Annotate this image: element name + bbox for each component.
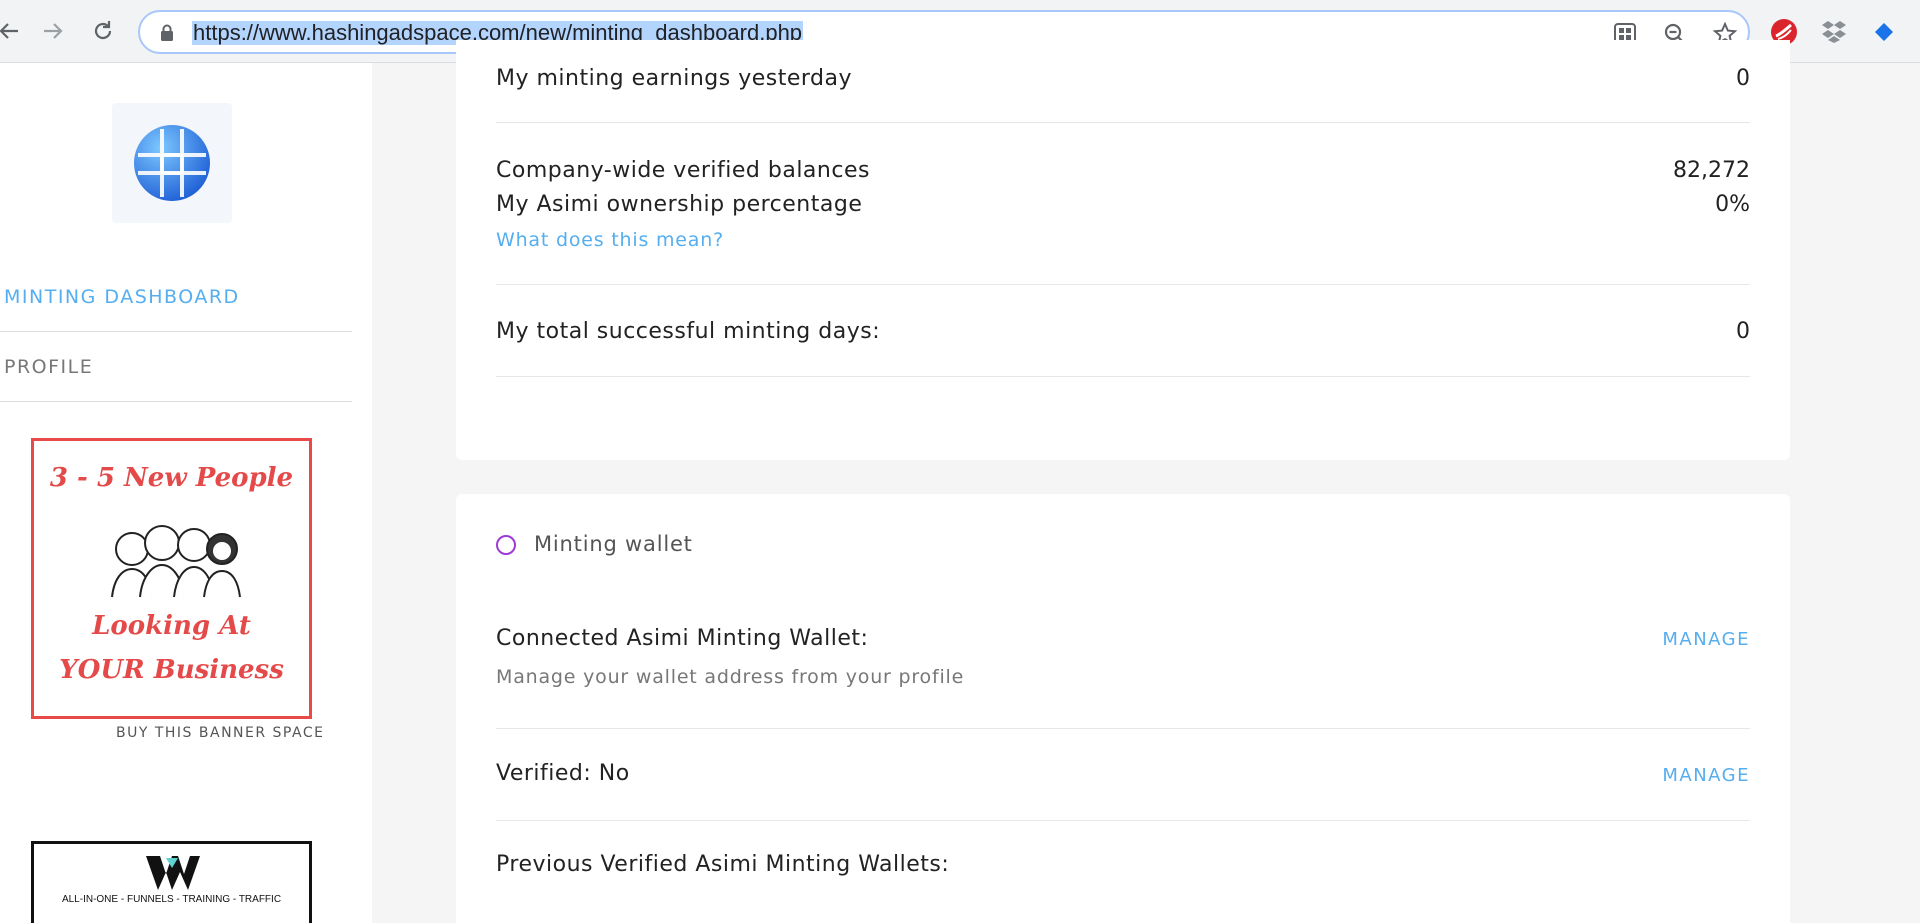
divider <box>496 820 1750 821</box>
divider <box>496 728 1750 729</box>
verified-label: Verified: No <box>496 761 630 786</box>
divider <box>496 284 1750 285</box>
ownership-value: 0% <box>1715 192 1750 217</box>
minting-stats-card: My minting earnings yesterday 0 Company-… <box>456 40 1790 460</box>
people-illustration <box>104 519 244 603</box>
banner-tagline: ALL-IN-ONE - FUNNELS - TRAINING - TRAFFI… <box>61 894 282 905</box>
what-does-this-mean-link[interactable]: What does this mean? <box>496 229 724 251</box>
total-days-value: 0 <box>1736 319 1750 344</box>
back-arrow-icon[interactable] <box>0 14 26 48</box>
divider <box>496 122 1750 123</box>
company-balances-value: 82,272 <box>1673 158 1750 183</box>
total-days-label: My total successful minting days: <box>496 319 881 344</box>
company-balances-label: Company-wide verified balances <box>496 158 870 183</box>
earnings-label: My minting earnings yesterday <box>496 66 853 91</box>
ownership-label: My Asimi ownership percentage <box>496 192 863 217</box>
dropbox-icon[interactable] <box>1820 18 1848 46</box>
connected-wallet-subtext: Manage your wallet address from your pro… <box>496 666 965 688</box>
section-title: Minting wallet <box>534 532 693 556</box>
manage-wallet-button[interactable]: MANAGE <box>1662 629 1750 650</box>
minting-wallet-card: Minting wallet Connected Asimi Minting W… <box>456 494 1790 923</box>
manage-verification-button[interactable]: MANAGE <box>1662 765 1750 786</box>
lock-icon <box>160 24 174 41</box>
connected-wallet-label: Connected Asimi Minting Wallet: <box>496 626 869 651</box>
banner-line-3: YOUR Business <box>59 655 284 685</box>
previous-wallets-label: Previous Verified Asimi Minting Wallets: <box>496 852 950 877</box>
ad-banner-new-people[interactable]: 3 - 5 New People Looking At YOUR Busines… <box>31 438 312 719</box>
reload-icon[interactable] <box>86 14 120 48</box>
sidebar: MINTING DASHBOARD PROFILE 3 - 5 New Peop… <box>0 63 372 923</box>
extension-blue-diamond-icon[interactable] <box>1870 18 1898 46</box>
forward-arrow-icon[interactable] <box>36 14 70 48</box>
buy-banner-link[interactable]: BUY THIS BANNER SPACE <box>116 725 324 741</box>
banner-line-2: Looking At <box>92 611 251 641</box>
circle-icon <box>496 535 516 555</box>
menu-item-minting-dashboard[interactable]: MINTING DASHBOARD <box>0 262 352 332</box>
banner-logo-icon <box>144 854 200 896</box>
ad-banner-funnels[interactable]: ALL-IN-ONE - FUNNELS - TRAINING - TRAFFI… <box>31 841 312 923</box>
banner-line-1: 3 - 5 New People <box>49 463 294 493</box>
site-logo[interactable] <box>112 103 232 223</box>
divider <box>496 376 1750 377</box>
earnings-value: 0 <box>1736 66 1750 91</box>
menu-item-profile[interactable]: PROFILE <box>0 332 352 402</box>
